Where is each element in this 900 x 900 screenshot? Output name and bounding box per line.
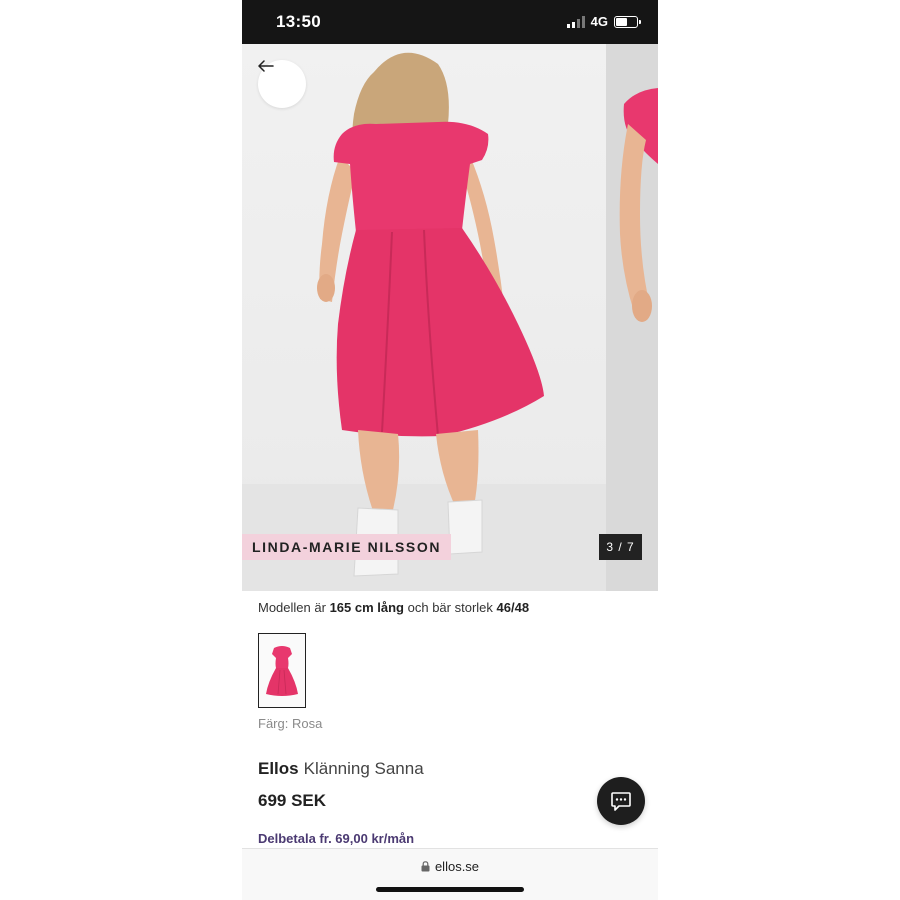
model-name-tag: LINDA-MARIE NILSSON: [242, 534, 452, 560]
browser-address-bar[interactable]: ellos.se: [242, 848, 658, 900]
network-type: 4G: [590, 14, 608, 29]
product-price: 699 SEK: [258, 791, 327, 810]
status-time: 13:50: [276, 12, 321, 31]
color-label: Färg: Rosa: [258, 716, 323, 731]
url-text: ellos.se: [434, 859, 480, 874]
lock-icon: [421, 861, 430, 872]
url-display[interactable]: ellos.se: [242, 859, 658, 874]
model-height: 165 cm lång: [329, 600, 404, 615]
model-info-middle: och bär storlek: [407, 600, 493, 615]
image-counter: 3 / 7: [599, 534, 642, 560]
arrow-left-icon: [258, 60, 274, 72]
chat-bubble-icon: [611, 792, 631, 811]
product-name: Klänning Sanna: [303, 759, 424, 778]
model-size: 46/48: [496, 600, 530, 615]
back-button[interactable]: [258, 60, 306, 108]
product-photo-current[interactable]: [242, 44, 606, 591]
dress-thumbnail-icon: [266, 645, 298, 696]
model-info-prefix: Modellen är: [258, 600, 326, 615]
product-photo-next[interactable]: [606, 44, 658, 591]
installment-link[interactable]: Delbetala fr. 69,00 kr/mån: [258, 831, 414, 846]
home-indicator[interactable]: [376, 887, 524, 892]
status-bar: 13:50 4G: [242, 0, 658, 44]
product-title: Ellos Klänning Sanna: [258, 759, 424, 779]
product-image-gallery[interactable]: LINDA-MARIE NILSSON 3 / 7: [242, 44, 658, 591]
phone-screen: 13:50 4G LINDA-MARIE NILSSON 3 / 7 Model…: [242, 0, 658, 900]
product-brand: Ellos: [258, 759, 299, 778]
signal-icon: [566, 15, 585, 28]
color-swatch-rosa[interactable]: [258, 633, 306, 708]
model-back-view-image: [242, 52, 606, 591]
status-indicators: 4G: [566, 14, 641, 29]
model-size-info: Modellen är 165 cm lång och bär storlek …: [258, 600, 529, 615]
battery-icon: [614, 15, 641, 28]
chat-button[interactable]: [597, 777, 645, 825]
model-side-view-image: [619, 88, 658, 322]
